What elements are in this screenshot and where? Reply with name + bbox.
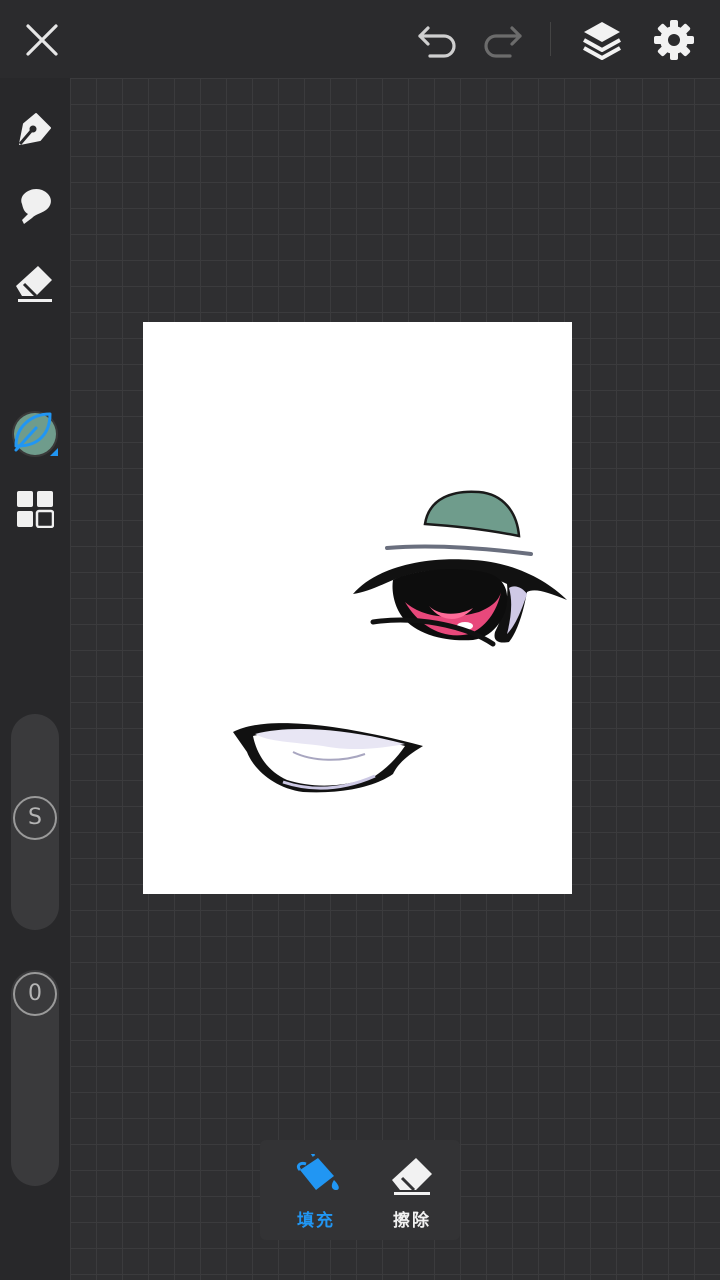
grid-menu-icon[interactable] (16, 490, 54, 528)
fill-label: 填充 (297, 1211, 335, 1231)
settings-gear-icon[interactable] (652, 18, 696, 62)
toolbar-divider (550, 22, 551, 56)
fill-tool-panel: 填充 擦除 (260, 1140, 460, 1240)
drawing-artboard[interactable] (143, 322, 572, 894)
opacity-slider[interactable]: 0 (11, 970, 59, 1186)
brush-size-knob[interactable]: S (13, 796, 57, 840)
layers-icon[interactable] (580, 18, 624, 62)
left-toolbar: S 0 (0, 78, 70, 1280)
smudge-tool-icon[interactable] (14, 184, 56, 226)
eraser-icon (392, 1158, 432, 1195)
artwork-illustration (233, 490, 567, 793)
paint-bucket-icon (296, 1154, 339, 1190)
brush-leaf-icon[interactable] (10, 408, 62, 458)
top-toolbar (0, 0, 720, 78)
close-icon[interactable] (22, 20, 62, 60)
erase-label: 擦除 (393, 1211, 431, 1231)
brush-size-slider[interactable]: S (11, 714, 59, 930)
fill-button[interactable]: 填充 (268, 1140, 364, 1240)
eraser-tool-icon[interactable] (14, 262, 56, 304)
opacity-knob[interactable]: 0 (13, 972, 57, 1016)
redo-icon[interactable] (480, 20, 526, 60)
undo-icon[interactable] (414, 20, 460, 60)
pen-tool-icon[interactable] (14, 108, 56, 150)
erase-button[interactable]: 擦除 (364, 1140, 460, 1240)
